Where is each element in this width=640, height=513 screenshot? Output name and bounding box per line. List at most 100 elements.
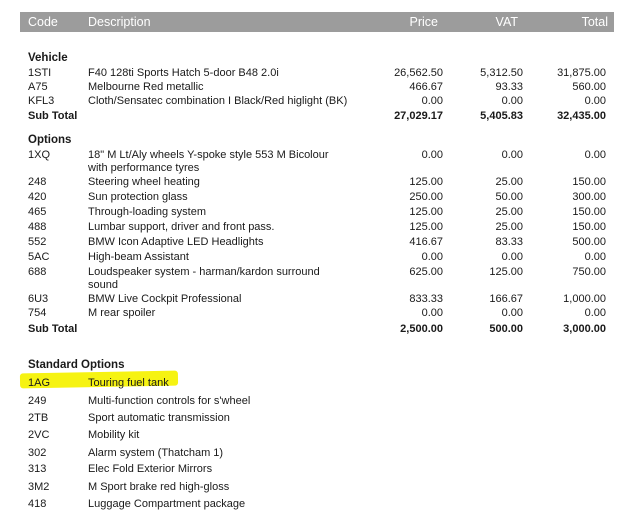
subtotal-price: 27,029.17 [394, 110, 443, 122]
header-vat: VAT [495, 15, 518, 29]
item-price: 250.00 [409, 191, 443, 203]
item-price: 0.00 [421, 251, 443, 263]
list-item: 2TB Sport automatic transmission [0, 411, 640, 425]
item-price: 625.00 [409, 266, 443, 278]
item-description: High-beam Assistant [88, 251, 189, 263]
item-total: 150.00 [572, 206, 606, 218]
section-title-options: Options [28, 134, 72, 146]
item-description: Through-loading system [88, 206, 207, 218]
item-price: 125.00 [409, 221, 443, 233]
table-row-continuation: sound [0, 278, 640, 292]
table-row: 248 Steering wheel heating 125.00 25.00 … [0, 175, 640, 189]
subtotal-vat: 5,405.83 [480, 110, 523, 122]
list-item: 2VC Mobility kit [0, 428, 640, 442]
item-vat: 0.00 [501, 251, 523, 263]
item-total: 1,000.00 [563, 293, 606, 305]
item-description: Cloth/Sensatec combination I Black/Red h… [88, 95, 348, 107]
item-vat: 0.00 [501, 149, 523, 161]
table-row: 6U3 BMW Live Cockpit Professional 833.33… [0, 292, 640, 306]
item-code: 488 [28, 221, 47, 233]
item-code: 1AG [28, 377, 51, 389]
table-row: 688 Loudspeaker system - harman/kardon s… [0, 265, 640, 279]
item-total: 500.00 [572, 236, 606, 248]
item-code: 418 [28, 498, 47, 510]
table-row: 420 Sun protection glass 250.00 50.00 30… [0, 190, 640, 204]
item-description: Lumbar support, driver and front pass. [88, 221, 275, 233]
item-code: 6U3 [28, 293, 49, 305]
item-code: 420 [28, 191, 47, 203]
item-price: 125.00 [409, 176, 443, 188]
item-price: 0.00 [421, 307, 443, 319]
header-code: Code [28, 15, 58, 29]
item-code: 302 [28, 447, 47, 459]
item-price: 416.67 [409, 236, 443, 248]
item-total: 0.00 [584, 149, 606, 161]
item-code: 2VC [28, 429, 50, 441]
item-code: 5AC [28, 251, 50, 263]
table-row: 1XQ 18" M Lt/Aly wheels Y-spoke style 55… [0, 148, 640, 162]
item-code: 313 [28, 463, 47, 475]
item-vat: 5,312.50 [480, 67, 523, 79]
item-code: 1STI [28, 67, 52, 79]
item-total: 0.00 [584, 307, 606, 319]
item-vat: 166.67 [489, 293, 523, 305]
list-item: 1AG Touring fuel tank [0, 376, 640, 390]
item-total: 31,875.00 [557, 67, 606, 79]
item-description: 18" M Lt/Aly wheels Y-spoke style 553 M … [88, 149, 329, 161]
item-code: 3M2 [28, 481, 50, 493]
item-total: 300.00 [572, 191, 606, 203]
item-price: 466.67 [409, 81, 443, 93]
item-price: 26,562.50 [394, 67, 443, 79]
table-row: 552 BMW Icon Adaptive LED Headlights 416… [0, 235, 640, 249]
subtotal-total: 32,435.00 [557, 110, 606, 122]
item-code: 248 [28, 176, 47, 188]
item-code: 552 [28, 236, 47, 248]
table-row: 5AC High-beam Assistant 0.00 0.00 0.00 [0, 250, 640, 264]
item-vat: 25.00 [495, 206, 523, 218]
item-total: 150.00 [572, 176, 606, 188]
item-description: M Sport brake red high-gloss [88, 481, 230, 493]
item-price: 125.00 [409, 206, 443, 218]
item-code: A75 [28, 81, 48, 93]
table-row: 1STI F40 128ti Sports Hatch 5-door B48 2… [0, 66, 640, 80]
list-item: 418 Luggage Compartment package [0, 497, 640, 511]
subtotal-vat: 500.00 [489, 323, 523, 335]
item-code: 688 [28, 266, 47, 278]
header-price: Price [409, 15, 438, 29]
item-total: 0.00 [584, 95, 606, 107]
item-description: Sport automatic transmission [88, 412, 230, 424]
item-description: Mobility kit [88, 429, 140, 441]
item-description-line2: sound [88, 279, 118, 291]
item-description: M rear spoiler [88, 307, 156, 319]
item-code: 249 [28, 395, 47, 407]
subtotal-label: Sub Total [28, 110, 78, 122]
table-row: 465 Through-loading system 125.00 25.00 … [0, 205, 640, 219]
item-code: KFL3 [28, 95, 55, 107]
item-vat: 83.33 [495, 236, 523, 248]
item-description: Sun protection glass [88, 191, 188, 203]
table-row-continuation: with performance tyres [0, 161, 640, 175]
item-price: 833.33 [409, 293, 443, 305]
item-description: BMW Icon Adaptive LED Headlights [88, 236, 264, 248]
item-description: Multi-function controls for s'wheel [88, 395, 251, 407]
header-description: Description [88, 15, 151, 29]
list-item: 302 Alarm system (Thatcham 1) [0, 446, 640, 460]
item-vat: 25.00 [495, 176, 523, 188]
item-vat: 50.00 [495, 191, 523, 203]
list-item: 313 Elec Fold Exterior Mirrors [0, 462, 640, 476]
item-total: 560.00 [572, 81, 606, 93]
item-vat: 125.00 [489, 266, 523, 278]
item-code: 2TB [28, 412, 49, 424]
item-code: 754 [28, 307, 47, 319]
table-row: 754 M rear spoiler 0.00 0.00 0.00 [0, 306, 640, 320]
item-price: 0.00 [421, 95, 443, 107]
item-description: Steering wheel heating [88, 176, 200, 188]
table-row: A75 Melbourne Red metallic 466.67 93.33 … [0, 80, 640, 94]
section-title-standard-options: Standard Options [28, 359, 125, 371]
item-price: 0.00 [421, 149, 443, 161]
item-description: F40 128ti Sports Hatch 5-door B48 2.0i [88, 67, 279, 79]
item-description: Touring fuel tank [88, 377, 169, 389]
item-vat: 0.00 [501, 307, 523, 319]
table-header: Code Description Price VAT Total [20, 12, 614, 32]
item-description: Melbourne Red metallic [88, 81, 204, 93]
